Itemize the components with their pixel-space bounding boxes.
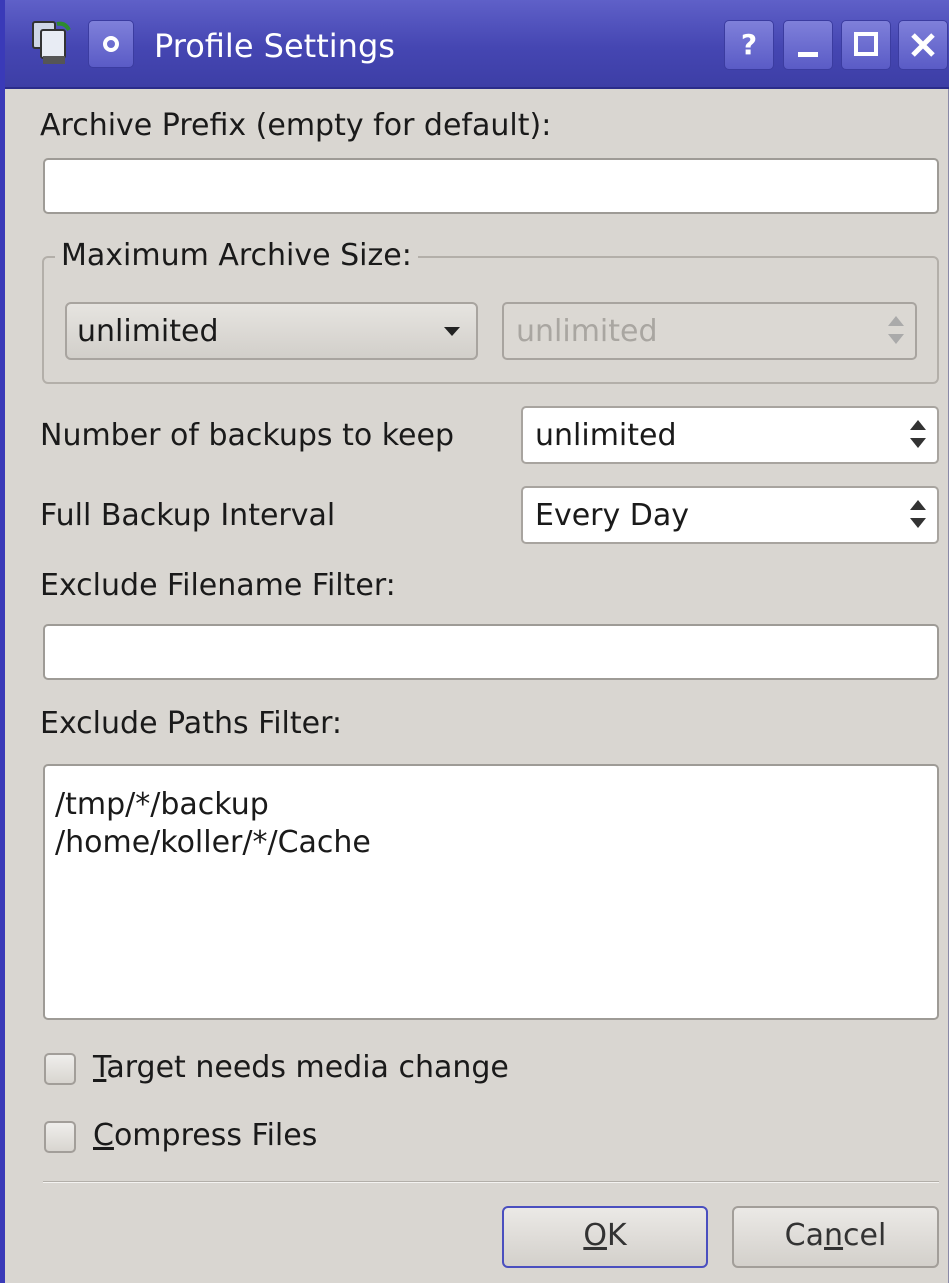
close-icon <box>911 33 935 57</box>
max-archive-size-combo-value: unlimited <box>77 314 219 349</box>
mnemonic-char: T <box>93 1050 107 1085</box>
exclude-paths-label: Exclude Paths Filter: <box>40 706 343 741</box>
close-button[interactable] <box>898 20 948 70</box>
exclude-paths-textarea[interactable]: /tmp/*/backup /home/koller/*/Cache <box>43 764 939 1020</box>
label-text: ompress Files <box>113 1118 318 1153</box>
compress-files-label[interactable]: Compress Files <box>93 1118 317 1154</box>
help-button[interactable]: ? <box>724 20 774 70</box>
full-backup-interval-spinbox[interactable]: Every Day <box>521 486 939 544</box>
exclude-path-line: /tmp/*/backup <box>55 787 269 822</box>
minimize-button[interactable] <box>783 20 833 70</box>
backups-to-keep-value: unlimited <box>535 418 677 453</box>
button-label: K <box>606 1218 627 1253</box>
spin-arrows-icon[interactable] <box>909 500 927 530</box>
full-backup-interval-label: Full Backup Interval <box>40 498 336 533</box>
target-media-change-label[interactable]: Target needs media change <box>93 1050 509 1086</box>
title-bar[interactable]: Profile Settings ? <box>5 0 949 89</box>
button-separator <box>43 1181 939 1183</box>
window-menu-icon <box>103 36 119 52</box>
maximize-icon <box>854 32 878 56</box>
backups-to-keep-spinbox[interactable]: unlimited <box>521 406 939 464</box>
exclude-filename-input[interactable] <box>43 624 939 680</box>
profile-settings-dialog: Profile Settings ? Archive Prefix (empty… <box>0 0 949 1283</box>
exclude-path-line: /home/koller/*/Cache <box>55 825 371 860</box>
spin-arrows-icon[interactable] <box>909 420 927 450</box>
exclude-filename-label: Exclude Filename Filter: <box>40 568 396 603</box>
target-media-change-checkbox[interactable] <box>44 1053 76 1085</box>
compress-files-checkbox[interactable] <box>44 1121 76 1153</box>
mnemonic-char: n <box>824 1218 844 1253</box>
chevron-down-icon <box>444 327 460 336</box>
max-archive-size-combo[interactable]: unlimited <box>65 302 478 360</box>
backups-to-keep-label: Number of backups to keep <box>40 418 455 453</box>
window-menu-button[interactable] <box>88 20 134 68</box>
mnemonic-char: C <box>93 1118 114 1153</box>
spin-arrows-icon <box>887 316 905 346</box>
button-label: cel <box>843 1218 887 1253</box>
maximize-button[interactable] <box>841 20 891 70</box>
label-text: arget needs media change <box>106 1050 509 1085</box>
mnemonic-char: O <box>583 1218 607 1253</box>
window-title: Profile Settings <box>154 27 395 65</box>
minimize-icon <box>798 52 818 57</box>
max-archive-size-spinbox: unlimited <box>502 302 917 360</box>
archive-prefix-input[interactable] <box>43 158 939 214</box>
button-label: Ca <box>784 1218 825 1253</box>
ok-button[interactable]: OK <box>502 1206 708 1268</box>
max-archive-size-spin-value: unlimited <box>516 314 658 349</box>
archive-prefix-label: Archive Prefix (empty for default): <box>40 108 552 143</box>
max-archive-size-label: Maximum Archive Size: <box>55 238 418 274</box>
full-backup-interval-value: Every Day <box>535 498 690 533</box>
app-icon[interactable] <box>27 18 77 68</box>
cancel-button[interactable]: Cancel <box>732 1206 939 1268</box>
